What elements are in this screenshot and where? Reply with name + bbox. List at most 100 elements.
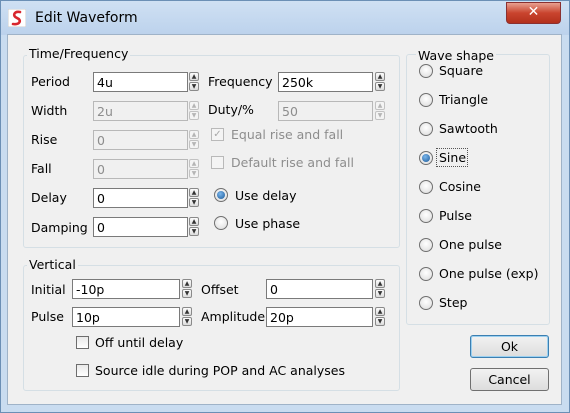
use-phase-radio[interactable]: [214, 216, 228, 230]
amplitude-label: Amplitude: [201, 309, 266, 324]
spin-up-icon[interactable]: ▲: [189, 188, 199, 197]
period-spinner[interactable]: ▲ ▼: [189, 72, 199, 92]
wave-shape-sine-radio[interactable]: [419, 151, 433, 165]
off-until-delay-checkbox[interactable]: [76, 336, 89, 349]
wave-shape-cosine-label[interactable]: Cosine: [439, 179, 481, 194]
pulse-label: Pulse: [31, 309, 64, 324]
spin-down-icon: ▼: [375, 111, 385, 120]
close-icon: ✕: [527, 4, 540, 20]
wave-shape-step-radio[interactable]: [419, 296, 433, 310]
focus-rectangle: [436, 148, 468, 167]
dialog-client-area: Time/Frequency Period 4u ▲ ▼ Frequency 25…: [7, 34, 562, 405]
wave-shape-one-pulse-label[interactable]: One pulse: [439, 237, 502, 252]
rise-label: Rise: [31, 132, 58, 147]
close-button[interactable]: ✕: [506, 2, 561, 24]
fall-label: Fall: [31, 161, 52, 176]
initial-spinner[interactable]: ▲ ▼: [182, 279, 192, 299]
rise-spinner: ▲ ▼: [189, 130, 199, 150]
amplitude-spinner[interactable]: ▲ ▼: [375, 307, 385, 327]
off-until-delay-label[interactable]: Off until delay: [95, 335, 183, 350]
frequency-spinner[interactable]: ▲ ▼: [375, 72, 385, 92]
period-input[interactable]: 4u: [93, 72, 188, 92]
spin-up-icon[interactable]: ▲: [375, 72, 385, 81]
spin-up-icon: ▲: [189, 130, 199, 139]
damping-spinner[interactable]: ▲ ▼: [189, 217, 199, 237]
wave-shape-pulse-radio[interactable]: [419, 209, 433, 223]
ok-button[interactable]: Ok: [470, 335, 549, 358]
wave-shape-one-pulse-exp-radio[interactable]: [419, 267, 433, 281]
window-title: Edit Waveform: [35, 10, 138, 26]
wave-shape-triangle-radio[interactable]: [419, 93, 433, 107]
delay-spinner[interactable]: ▲ ▼: [189, 188, 199, 208]
pulse-spinner[interactable]: ▲ ▼: [182, 307, 192, 327]
equal-rise-fall-label: Equal rise and fall: [231, 127, 344, 142]
spin-up-icon[interactable]: ▲: [189, 217, 199, 226]
wave-shape-square-label[interactable]: Square: [439, 63, 483, 78]
wave-shape-step-label[interactable]: Step: [439, 295, 467, 310]
spin-down-icon: ▼: [189, 169, 199, 178]
delay-input[interactable]: 0: [93, 188, 188, 208]
cancel-button[interactable]: Cancel: [470, 368, 549, 391]
wave-shape-one-pulse-radio[interactable]: [419, 238, 433, 252]
width-input: 2u: [93, 101, 188, 121]
offset-label: Offset: [201, 282, 239, 297]
vertical-legend: Vertical: [27, 257, 78, 272]
app-logo-icon: [8, 9, 26, 27]
spin-down-icon[interactable]: ▼: [182, 317, 192, 326]
initial-label: Initial: [31, 282, 66, 297]
width-label: Width: [31, 103, 68, 118]
default-rise-fall-checkbox: [211, 156, 224, 169]
wave-shape-triangle-label[interactable]: Triangle: [439, 92, 488, 107]
title-bar[interactable]: Edit Waveform ✕: [1, 1, 569, 35]
wave-shape-one-pulse-exp-label[interactable]: One pulse (exp): [439, 266, 539, 281]
damping-input[interactable]: 0: [93, 217, 188, 237]
wave-shape-square-radio[interactable]: [419, 64, 433, 78]
source-idle-checkbox[interactable]: [76, 364, 89, 377]
period-label: Period: [31, 74, 70, 89]
use-phase-label[interactable]: Use phase: [235, 216, 300, 231]
spin-down-icon[interactable]: ▼: [189, 82, 199, 91]
duty-input: 50: [278, 101, 373, 121]
duty-label: Duty/%: [208, 102, 254, 117]
offset-spinner[interactable]: ▲ ▼: [375, 279, 385, 299]
spin-down-icon[interactable]: ▼: [182, 289, 192, 298]
spin-down-icon: ▼: [189, 140, 199, 149]
duty-spinner: ▲ ▼: [375, 101, 385, 121]
source-idle-label[interactable]: Source idle during POP and AC analyses: [95, 363, 345, 378]
spin-down-icon[interactable]: ▼: [189, 227, 199, 236]
fall-spinner: ▲ ▼: [189, 159, 199, 179]
spin-up-icon[interactable]: ▲: [375, 279, 385, 288]
wave-shape-sawtooth-radio[interactable]: [419, 122, 433, 136]
initial-input[interactable]: -10p: [72, 279, 180, 299]
delay-label: Delay: [31, 190, 67, 205]
default-rise-fall-label: Default rise and fall: [231, 155, 354, 170]
spin-down-icon[interactable]: ▼: [375, 82, 385, 91]
spin-up-icon: ▲: [189, 159, 199, 168]
amplitude-input[interactable]: 20p: [266, 307, 373, 327]
pulse-input[interactable]: 10p: [72, 307, 180, 327]
spin-up-icon[interactable]: ▲: [182, 279, 192, 288]
spin-up-icon[interactable]: ▲: [375, 307, 385, 316]
use-delay-radio[interactable]: [214, 188, 228, 202]
spin-up-icon: ▲: [375, 101, 385, 110]
use-delay-label[interactable]: Use delay: [235, 188, 296, 203]
spin-down-icon: ▼: [189, 111, 199, 120]
fall-input: 0: [93, 159, 188, 179]
spin-down-icon[interactable]: ▼: [375, 289, 385, 298]
spin-down-icon[interactable]: ▼: [189, 198, 199, 207]
spin-up-icon[interactable]: ▲: [189, 72, 199, 81]
spin-down-icon[interactable]: ▼: [375, 317, 385, 326]
width-spinner: ▲ ▼: [189, 101, 199, 121]
offset-input[interactable]: 0: [266, 279, 373, 299]
wave-shape-legend: Wave shape: [416, 48, 497, 63]
time-frequency-legend: Time/Frequency: [27, 46, 131, 61]
damping-label: Damping: [31, 220, 88, 235]
frequency-input[interactable]: 250k: [278, 72, 373, 92]
wave-shape-cosine-radio[interactable]: [419, 180, 433, 194]
spin-up-icon: ▲: [189, 101, 199, 110]
rise-input: 0: [93, 130, 188, 150]
frequency-label: Frequency: [208, 74, 273, 89]
wave-shape-sawtooth-label[interactable]: Sawtooth: [439, 121, 498, 136]
spin-up-icon[interactable]: ▲: [182, 307, 192, 316]
wave-shape-pulse-label[interactable]: Pulse: [439, 208, 472, 223]
